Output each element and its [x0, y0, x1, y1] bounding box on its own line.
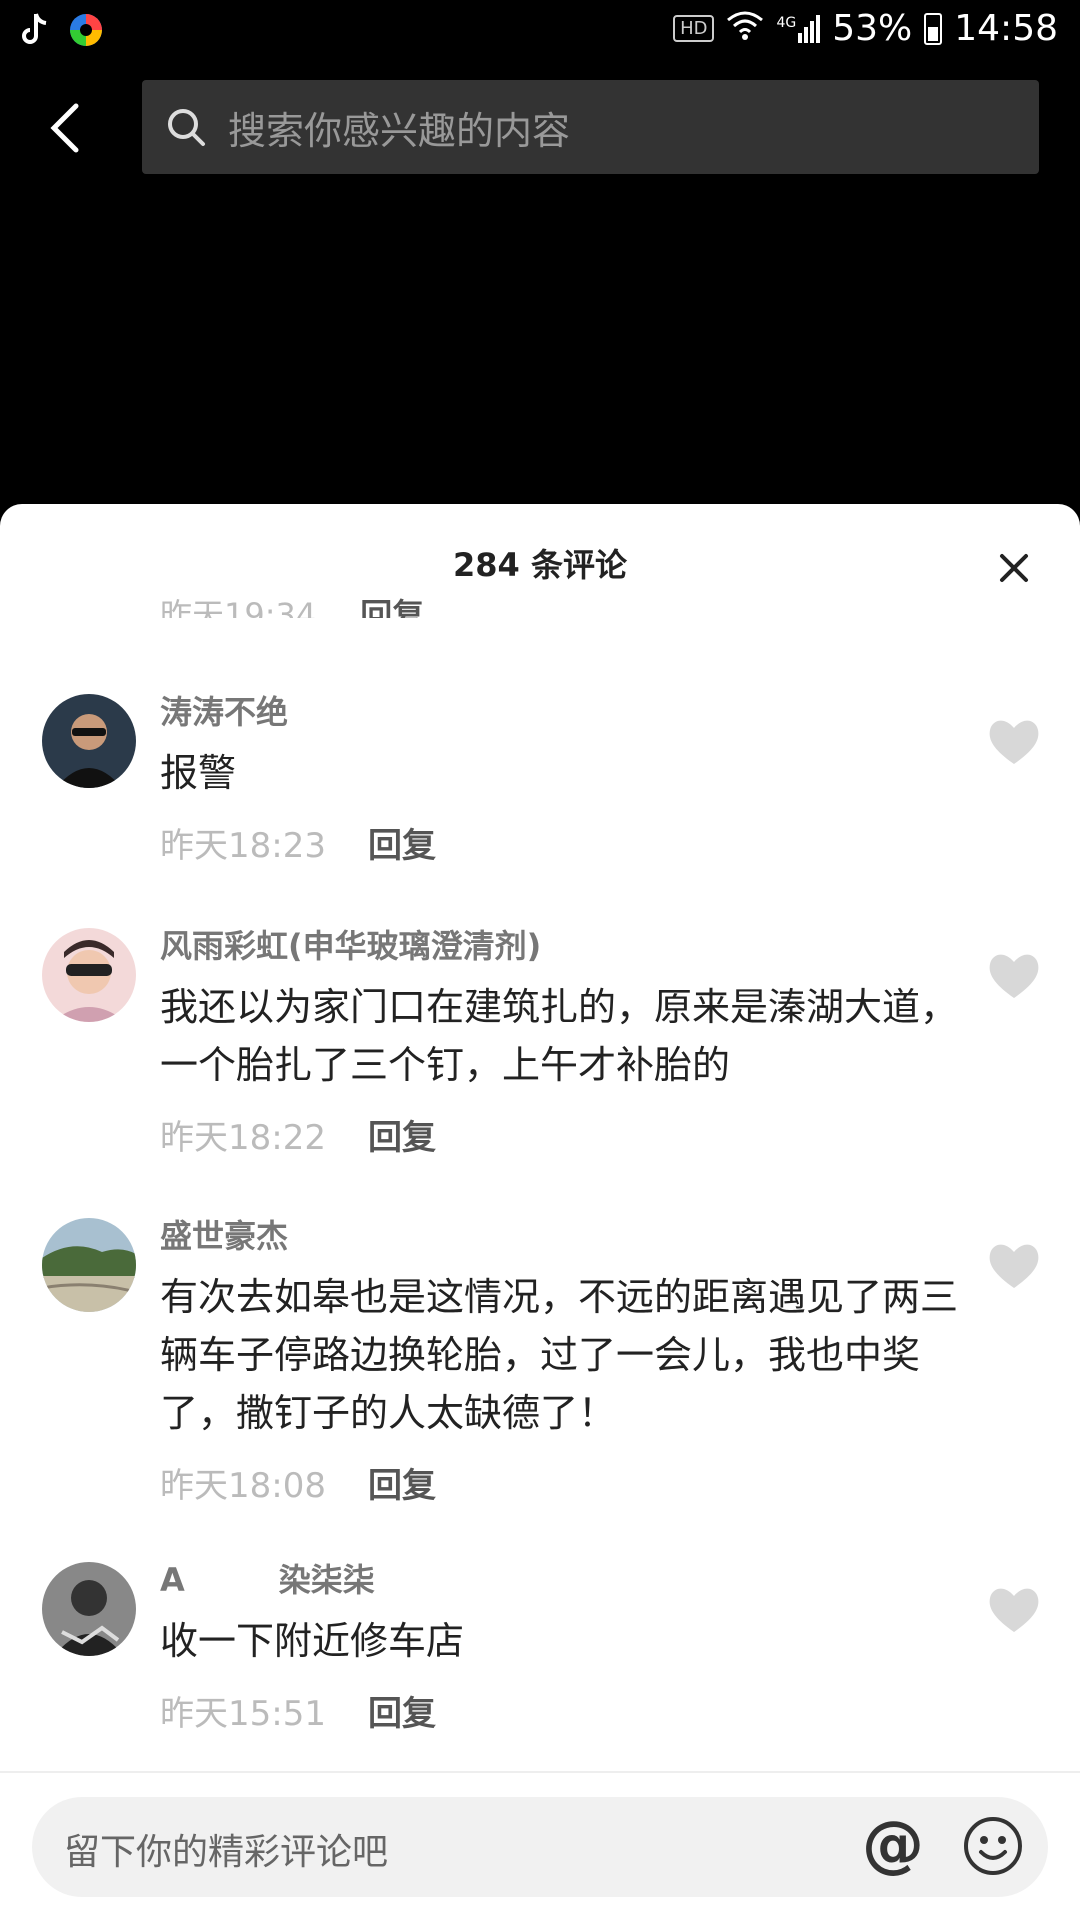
tiktok-icon: [22, 12, 50, 52]
heart-icon: [989, 1244, 1039, 1288]
comment-username[interactable]: 风雨彩虹(申华玻璃澄清剂): [160, 924, 960, 968]
username-primary: A: [160, 1561, 185, 1599]
comment-time: 昨天18:22: [160, 1118, 326, 1158]
search-icon: [164, 105, 208, 149]
comment-time: 昨天18:23: [160, 826, 326, 866]
comment-input[interactable]: 留下你的精彩评论吧 @: [32, 1797, 1048, 1897]
comment-time: 昨天19:34: [160, 596, 317, 618]
comment-input-bar: 留下你的精彩评论吧 @: [0, 1773, 1080, 1920]
like-button[interactable]: [986, 1240, 1042, 1292]
avatar[interactable]: [42, 928, 136, 1022]
clock: 14:58: [954, 8, 1058, 49]
wifi-icon: [726, 8, 764, 49]
mention-button[interactable]: @: [862, 1809, 924, 1879]
comment-username[interactable]: 盛世豪杰: [160, 1214, 960, 1258]
status-bar: HD 4G 53% 14:58: [0, 0, 1080, 62]
emoji-icon: [964, 1817, 1022, 1875]
partial-comment-meta: 昨天19:34 回复: [160, 590, 424, 618]
comments-count-title: 284 条评论: [453, 546, 627, 584]
like-button[interactable]: [986, 1584, 1042, 1636]
comment-input-placeholder: 留下你的精彩评论吧: [64, 1832, 389, 1873]
search-placeholder: 搜索你感兴趣的内容: [228, 108, 571, 153]
like-button[interactable]: [986, 716, 1042, 768]
avatar[interactable]: [42, 1562, 136, 1656]
signal-icon: 4G: [776, 14, 821, 43]
heart-icon: [989, 954, 1039, 998]
comment-username[interactable]: A 染柒柒: [160, 1558, 960, 1602]
avatar[interactable]: [42, 694, 136, 788]
battery-percent: 53%: [832, 8, 913, 49]
comment-time: 昨天15:51: [160, 1694, 326, 1734]
reply-button[interactable]: 回复: [368, 818, 436, 867]
network-type: 4G: [776, 14, 797, 31]
comment-text: 收一下附近修车店: [160, 1619, 465, 1663]
avatar[interactable]: [42, 1218, 136, 1312]
comment-text: 有次去如皋也是这情况，不远的距离遇见了两三辆车子停路边换轮胎，过了一会儿，我也中…: [160, 1275, 959, 1435]
username-secondary: 染柒柒: [278, 1561, 375, 1599]
emoji-button[interactable]: [962, 1815, 1024, 1877]
battery-icon: [924, 12, 943, 45]
close-button[interactable]: [994, 548, 1034, 588]
reply-button[interactable]: 回复: [360, 590, 424, 618]
heart-icon: [989, 720, 1039, 764]
chevron-left-icon: [50, 103, 79, 153]
app-logo-icon: [68, 12, 104, 52]
hd-badge: HD: [673, 15, 715, 42]
reply-button[interactable]: 回复: [368, 1110, 436, 1159]
reply-button[interactable]: 回复: [368, 1458, 436, 1507]
comment-username[interactable]: 涛涛不绝: [160, 690, 960, 734]
comments-sheet: 284 条评论 昨天19:34 回复 涛涛不绝 报警 昨天18:23 回复 风雨…: [0, 504, 1080, 1920]
like-button[interactable]: [986, 950, 1042, 1002]
comment-text: 报警: [160, 751, 237, 795]
comment-text: 我还以为家门口在建筑扎的，原来是溱湖大道，一个胎扎了三个钉，上午才补胎的: [160, 985, 959, 1087]
heart-icon: [989, 1588, 1039, 1632]
back-button[interactable]: [40, 92, 96, 164]
search-input[interactable]: 搜索你感兴趣的内容: [142, 80, 1039, 174]
comment-time: 昨天18:08: [160, 1466, 326, 1506]
reply-button[interactable]: 回复: [368, 1686, 436, 1735]
close-icon: [1000, 554, 1028, 582]
